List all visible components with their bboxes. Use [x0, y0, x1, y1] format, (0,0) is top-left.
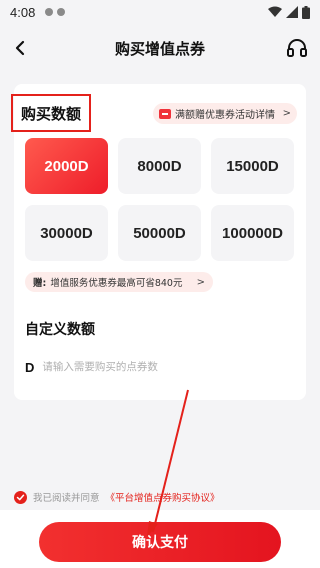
wifi-icon — [268, 6, 282, 17]
custom-amount-row: D — [25, 356, 285, 378]
headset-icon — [287, 39, 307, 57]
notification-dot-icon — [57, 8, 66, 16]
check-icon — [16, 494, 25, 500]
custom-amount-input[interactable] — [42, 361, 285, 373]
chevron-right-icon: > — [196, 276, 205, 288]
notification-icons — [45, 8, 66, 16]
promo-details-link[interactable]: 满额赠优惠券活动详情 > — [153, 103, 297, 124]
confirm-pay-button[interactable]: 确认支付 — [39, 522, 281, 562]
agreement-link[interactable]: 《平台增值点券购买协议》 — [106, 490, 220, 504]
top-bar: 购买增值点券 — [0, 24, 320, 72]
custom-amount-title: 自定义数额 — [25, 322, 95, 338]
bonus-text: 增值服务优惠券最高可省840元 — [50, 278, 183, 289]
amount-option-8000[interactable]: 8000D — [118, 138, 201, 194]
amount-option-100000[interactable]: 100000D — [211, 205, 294, 261]
bonus-coupon-link[interactable]: 赠: 增值服务优惠券最高可省840元 > — [25, 272, 213, 292]
section-title: 购买数额 — [20, 104, 81, 123]
signal-icon — [286, 6, 298, 18]
currency-letter: D — [25, 359, 35, 375]
ticket-icon — [159, 108, 171, 119]
amount-option-30000[interactable]: 30000D — [25, 205, 108, 261]
bonus-tag: 赠: — [33, 278, 47, 289]
battery-icon — [302, 5, 310, 19]
agreement-prefix: 我已阅读并同意 — [33, 493, 100, 504]
chevron-right-icon: > — [282, 108, 291, 119]
notification-dot-icon — [45, 8, 54, 16]
status-indicators — [268, 5, 310, 19]
amount-option-2000[interactable]: 2000D — [25, 138, 108, 194]
status-bar: 4:08 — [0, 0, 320, 24]
page-title: 购买增值点券 — [114, 39, 205, 58]
amount-option-50000[interactable]: 50000D — [118, 205, 201, 261]
agreement-row: 我已阅读并同意 《平台增值点券购买协议》 — [14, 490, 220, 504]
section-title-highlight: 购买数额 — [11, 94, 91, 132]
back-button[interactable] — [8, 36, 32, 60]
check-circle-icon[interactable] — [14, 490, 27, 504]
status-time: 4:08 — [10, 4, 36, 20]
customer-service-button[interactable] — [284, 35, 310, 61]
chevron-left-icon — [15, 40, 25, 56]
promo-label: 满额赠优惠券活动详情 — [175, 110, 275, 121]
amount-option-15000[interactable]: 15000D — [211, 138, 294, 194]
